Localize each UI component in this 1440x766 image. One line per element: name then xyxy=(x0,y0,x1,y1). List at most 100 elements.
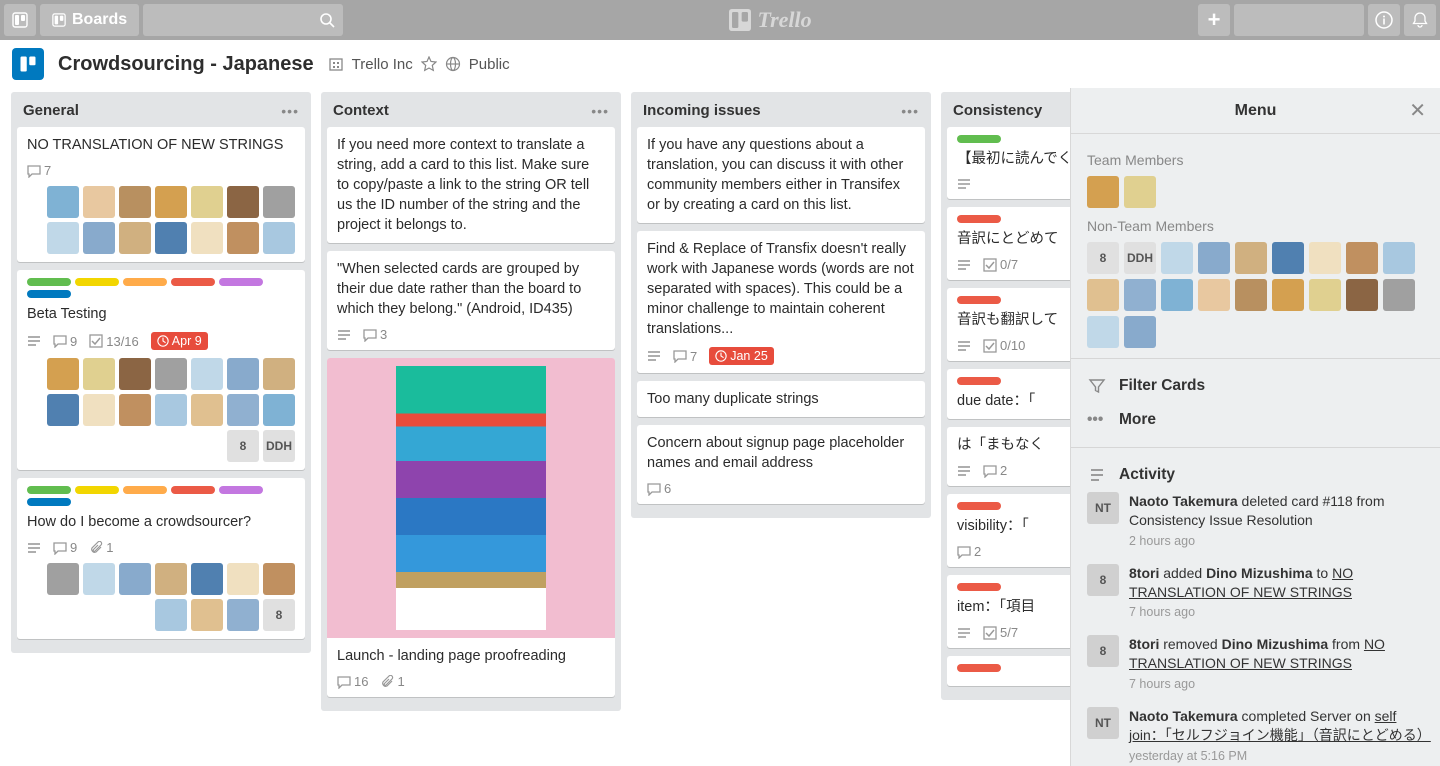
boards-button[interactable]: Boards xyxy=(40,4,139,36)
avatar[interactable] xyxy=(191,563,223,595)
label[interactable] xyxy=(219,486,263,494)
label[interactable] xyxy=(957,135,1001,143)
avatar[interactable] xyxy=(191,186,223,218)
card[interactable]: Too many duplicate strings xyxy=(637,381,925,417)
label[interactable] xyxy=(75,486,119,494)
card[interactable]: Concern about signup page placeholder na… xyxy=(637,425,925,504)
avatar[interactable] xyxy=(191,358,223,390)
trello-logo[interactable]: Trello xyxy=(347,7,1194,33)
avatar[interactable] xyxy=(263,358,295,390)
avatar[interactable] xyxy=(83,358,115,390)
search-input[interactable] xyxy=(143,4,343,36)
info-button[interactable] xyxy=(1368,4,1400,36)
avatar[interactable] xyxy=(191,222,223,254)
filter-cards-link[interactable]: Filter Cards xyxy=(1087,369,1424,403)
avatar[interactable] xyxy=(263,222,295,254)
avatar[interactable]: 8 xyxy=(1087,635,1119,667)
avatar[interactable] xyxy=(47,186,79,218)
star-icon[interactable] xyxy=(421,56,437,72)
card[interactable]: due date：「 xyxy=(947,369,1070,419)
avatar[interactable] xyxy=(191,394,223,426)
avatar[interactable] xyxy=(1161,279,1193,311)
avatar[interactable] xyxy=(1346,242,1378,274)
avatar[interactable] xyxy=(263,394,295,426)
app-switcher-button[interactable] xyxy=(4,4,36,36)
label[interactable] xyxy=(957,664,1001,672)
avatar[interactable] xyxy=(155,186,187,218)
list-title[interactable]: Consistency xyxy=(953,102,1042,119)
card[interactable]: 【最初に読んでください】使用方法 xyxy=(947,127,1070,199)
avatar[interactable] xyxy=(47,222,79,254)
list-title[interactable]: Context xyxy=(333,102,389,119)
avatar[interactable] xyxy=(47,358,79,390)
avatar[interactable] xyxy=(191,599,223,631)
list-title[interactable]: Incoming issues xyxy=(643,102,761,119)
avatar[interactable] xyxy=(47,394,79,426)
visibility[interactable]: Public xyxy=(469,56,510,73)
avatar[interactable] xyxy=(1198,242,1230,274)
avatar[interactable] xyxy=(1383,279,1415,311)
avatar[interactable] xyxy=(1124,316,1156,348)
avatar-initials[interactable]: 8 xyxy=(227,430,259,462)
card[interactable]: If you have any questions about a transl… xyxy=(637,127,925,223)
label[interactable] xyxy=(123,278,167,286)
label[interactable] xyxy=(957,377,1001,385)
avatar[interactable] xyxy=(227,563,259,595)
label[interactable] xyxy=(123,486,167,494)
close-icon[interactable]: ✕ xyxy=(1409,98,1426,123)
avatar[interactable] xyxy=(155,358,187,390)
card[interactable]: visibility：「 2 xyxy=(947,494,1070,567)
label[interactable] xyxy=(957,502,1001,510)
card[interactable]: How do I become a crowdsourcer? 9 18 xyxy=(17,478,305,639)
avatar[interactable] xyxy=(83,563,115,595)
avatar[interactable] xyxy=(155,222,187,254)
card[interactable]: Beta Testing 9 13/16 Apr 98DDH xyxy=(17,270,305,470)
avatar[interactable] xyxy=(1235,242,1267,274)
avatar[interactable]: NT xyxy=(1087,707,1119,739)
list-title[interactable]: General xyxy=(23,102,79,119)
avatar[interactable] xyxy=(263,186,295,218)
label[interactable] xyxy=(27,486,71,494)
avatar-initials[interactable]: DDH xyxy=(1124,242,1156,274)
user-menu[interactable] xyxy=(1234,4,1364,36)
avatar-initials[interactable]: 8 xyxy=(1087,242,1119,274)
avatar[interactable] xyxy=(1087,316,1119,348)
label[interactable] xyxy=(957,583,1001,591)
card[interactable]: item：「項目 5/7 xyxy=(947,575,1070,648)
notifications-button[interactable] xyxy=(1404,4,1436,36)
list-menu-icon[interactable]: ••• xyxy=(281,103,299,119)
create-button[interactable]: + xyxy=(1198,4,1230,36)
label[interactable] xyxy=(219,278,263,286)
avatar[interactable] xyxy=(1198,279,1230,311)
avatar[interactable] xyxy=(155,599,187,631)
avatar[interactable] xyxy=(227,186,259,218)
label[interactable] xyxy=(75,278,119,286)
card[interactable]: 音訳にとどめて 0/7 xyxy=(947,207,1070,280)
label[interactable] xyxy=(27,278,71,286)
label[interactable] xyxy=(957,296,1001,304)
avatar[interactable] xyxy=(1087,176,1119,208)
avatar[interactable] xyxy=(155,394,187,426)
avatar-initials[interactable]: DDH xyxy=(263,430,295,462)
avatar[interactable] xyxy=(119,563,151,595)
avatar[interactable] xyxy=(83,186,115,218)
board-canvas[interactable]: General•••NO TRANSLATION OF NEW STRINGS … xyxy=(0,88,1070,766)
avatar[interactable] xyxy=(1383,242,1415,274)
avatar[interactable] xyxy=(1124,279,1156,311)
avatar[interactable] xyxy=(119,358,151,390)
avatar[interactable] xyxy=(227,358,259,390)
avatar[interactable] xyxy=(1087,279,1119,311)
board-title[interactable]: Crowdsourcing - Japanese xyxy=(58,53,314,76)
label[interactable] xyxy=(171,486,215,494)
avatar[interactable] xyxy=(155,563,187,595)
avatar[interactable]: 8 xyxy=(1087,564,1119,596)
avatar[interactable] xyxy=(1124,176,1156,208)
avatar-initials[interactable]: 8 xyxy=(263,599,295,631)
avatar[interactable]: NT xyxy=(1087,492,1119,524)
card[interactable]: 音訳も翻訳して 0/10 xyxy=(947,288,1070,361)
card[interactable]: Find & Replace of Transfix doesn't reall… xyxy=(637,231,925,373)
avatar[interactable] xyxy=(1309,279,1341,311)
avatar[interactable] xyxy=(83,394,115,426)
avatar[interactable] xyxy=(119,394,151,426)
card[interactable]: "When selected cards are grouped by thei… xyxy=(327,251,615,350)
